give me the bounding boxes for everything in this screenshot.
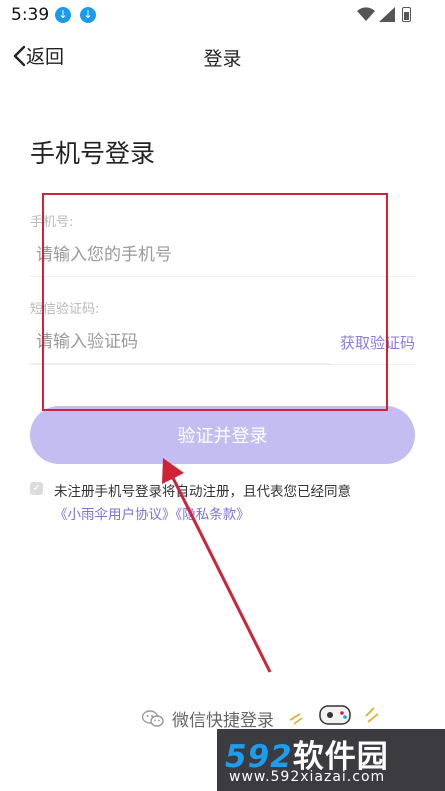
battery-icon [402,7,411,22]
code-divider [30,364,415,365]
agreement-text: 未注册手机号登录将自动注册，且代表您已经同意 [54,484,351,500]
agreement-checkbox[interactable]: ✓ [30,482,43,495]
wechat-login-button[interactable]: 微信快捷登录 [142,706,274,731]
wechat-login-label: 微信快捷登录 [172,711,274,731]
gamepad-sticker-icon [290,705,379,725]
annotation-arrow [162,458,272,673]
agreement-links: 《小雨伞用户协议》《隐私条款》 [54,503,250,523]
phone-label: 手机号: [30,215,74,230]
download-icon: ↓ [80,7,96,23]
get-code-button[interactable]: 获取验证码 [340,332,415,353]
code-input[interactable] [30,320,330,364]
site-watermark: 592软件园 www.592xiazai.com [217,729,445,791]
page-title: 登录 [203,48,242,70]
nav-bar: 返回 登录 [0,38,445,78]
wechat-icon [142,709,164,727]
watermark-url: www.592xiazai.com [229,769,386,785]
user-agreement-link[interactable]: 《小雨伞用户协议》 [54,507,176,523]
login-heading: 手机号登录 [30,139,156,168]
status-bar: 5:39 ↓ ↓ [0,0,445,30]
phone-input[interactable] [30,233,415,277]
download-icon: ↓ [55,7,71,23]
wifi-icon [357,7,375,22]
status-time: 5:39 [11,5,50,25]
verify-login-button[interactable]: 验证并登录 [30,406,415,464]
code-label: 短信验证码: [30,302,100,317]
privacy-policy-link[interactable]: 《隐私条款》 [176,507,250,523]
signal-icon [379,7,395,22]
